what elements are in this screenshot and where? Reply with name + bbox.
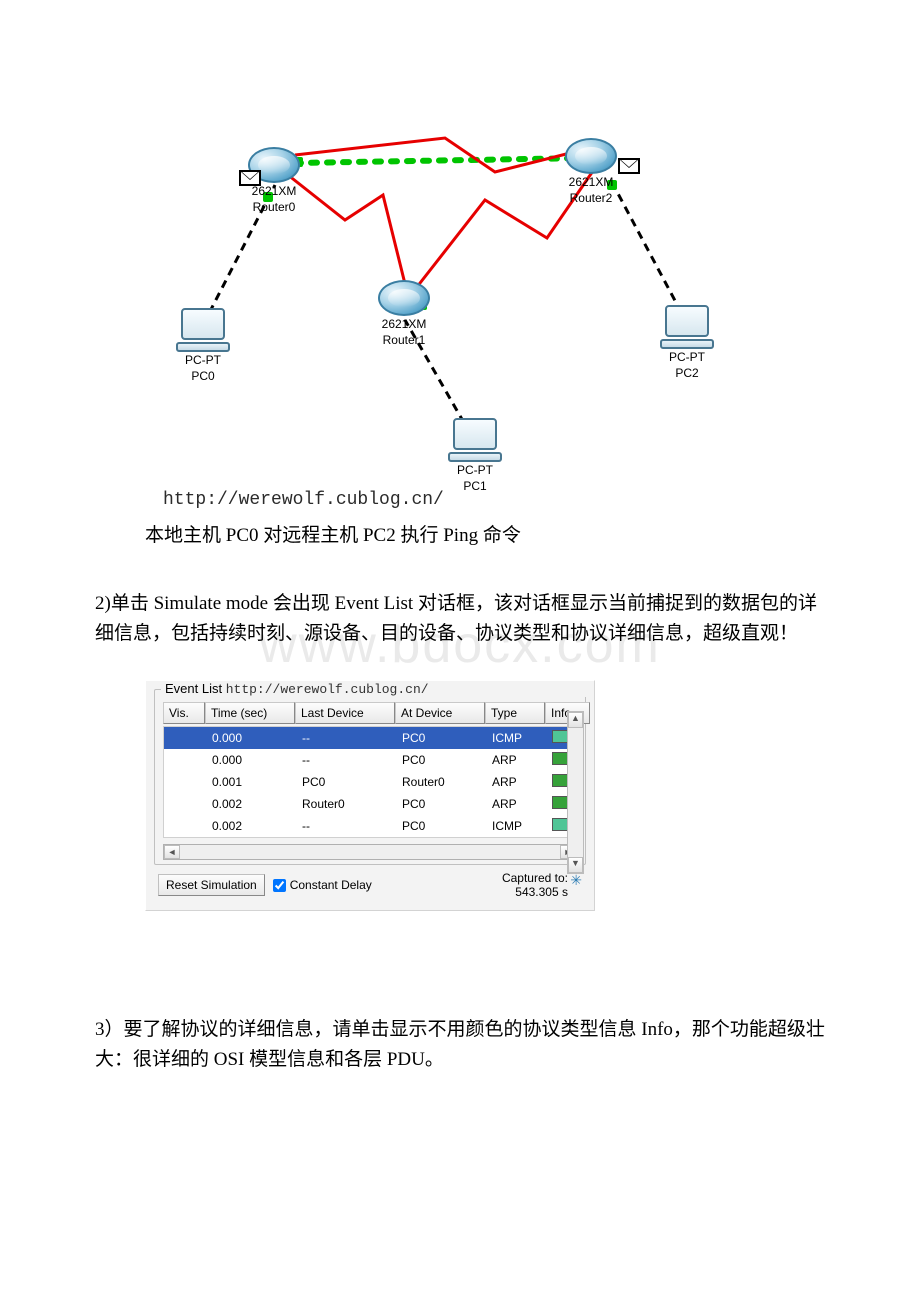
network-diagram: 2621XM Router0 2621XM Router1 2621XM Rou… <box>155 100 735 515</box>
event-row[interactable]: 0.002 Router0 PC0 ARP <box>164 793 576 815</box>
scroll-left-icon[interactable]: ◄ <box>164 845 180 859</box>
cell-at: PC0 <box>396 797 486 811</box>
device-type: PC-PT <box>657 351 717 365</box>
cell-time: 0.000 <box>206 753 296 767</box>
pc-icon <box>181 308 225 340</box>
device-type: PC-PT <box>173 354 233 368</box>
event-row[interactable]: 0.000 -- PC0 ICMP <box>164 727 576 749</box>
device-name: Router2 <box>565 192 617 206</box>
device-router2[interactable]: 2621XM Router2 <box>565 138 617 206</box>
panel-bottom: Reset Simulation Constant Delay Captured… <box>154 871 586 900</box>
router-icon <box>378 280 430 316</box>
diagram-url: http://werewolf.cublog.cn/ <box>163 490 444 510</box>
cell-last: Router0 <box>296 797 396 811</box>
cell-last: -- <box>296 819 396 833</box>
device-name: PC0 <box>173 370 233 384</box>
pdu-envelope-icon[interactable] <box>618 158 640 174</box>
cell-type: ARP <box>486 775 546 789</box>
header-vis[interactable]: Vis. <box>163 702 205 724</box>
device-name: PC2 <box>657 367 717 381</box>
cell-type: ARP <box>486 753 546 767</box>
device-model: 2621XM <box>565 176 617 190</box>
cell-last: PC0 <box>296 775 396 789</box>
header-time[interactable]: Time (sec) <box>205 702 295 724</box>
event-headers: Vis. Time (sec) Last Device At Device Ty… <box>163 702 577 724</box>
constant-delay-checkbox[interactable]: Constant Delay <box>273 878 372 892</box>
header-type[interactable]: Type <box>485 702 545 724</box>
cell-last: -- <box>296 753 396 767</box>
cell-time: 0.002 <box>206 819 296 833</box>
device-router1[interactable]: 2621XM Router1 <box>378 280 430 348</box>
reset-simulation-button[interactable]: Reset Simulation <box>158 874 265 896</box>
cell-last: -- <box>296 731 396 745</box>
event-body: 0.000 -- PC0 ICMP 0.000 -- PC0 ARP 0.001… <box>163 726 577 838</box>
cell-time: 0.000 <box>206 731 296 745</box>
device-pc0[interactable]: PC-PT PC0 <box>173 308 233 384</box>
paragraph-2: 2)单击 Simulate mode 会出现 Event List 对话框，该对… <box>95 589 825 650</box>
router-icon <box>565 138 617 174</box>
device-model: 2621XM <box>248 185 300 199</box>
event-list-panel: Event List http://werewolf.cublog.cn/ Vi… <box>145 680 595 911</box>
vertical-scrollbar[interactable]: ▲ ▼ <box>567 711 584 874</box>
event-row[interactable]: 0.001 PC0 Router0 ARP <box>164 771 576 793</box>
cell-type: ICMP <box>486 819 546 833</box>
cell-at: Router0 <box>396 775 486 789</box>
paragraph-3: 3）要了解协议的详细信息，请单击显示不用颜色的协议类型信息 Info，那个功能超… <box>95 1015 825 1076</box>
header-last[interactable]: Last Device <box>295 702 395 724</box>
header-at[interactable]: At Device <box>395 702 485 724</box>
cell-time: 0.002 <box>206 797 296 811</box>
event-row[interactable]: 0.000 -- PC0 ARP <box>164 749 576 771</box>
captured-to: Captured to: 543.305 s ✳ <box>502 871 582 900</box>
event-list-title: Event List <box>165 681 222 696</box>
pc-icon <box>453 418 497 450</box>
pc-icon-base <box>176 342 230 352</box>
event-list-legend: Event List http://werewolf.cublog.cn/ <box>161 681 591 697</box>
device-type: PC-PT <box>445 464 505 478</box>
captured-to-label: Captured to: <box>502 871 568 885</box>
pc-icon-base <box>660 339 714 349</box>
cell-at: PC0 <box>396 819 486 833</box>
cell-time: 0.001 <box>206 775 296 789</box>
scroll-up-icon[interactable]: ▲ <box>568 712 583 728</box>
cell-type: ARP <box>486 797 546 811</box>
cell-at: PC0 <box>396 753 486 767</box>
pc-icon-base <box>448 452 502 462</box>
device-pc1[interactable]: PC-PT PC1 <box>445 418 505 494</box>
device-name: Router1 <box>378 334 430 348</box>
horizontal-scrollbar[interactable]: ◄► <box>155 844 585 864</box>
event-list-url: http://werewolf.cublog.cn/ <box>226 682 429 697</box>
device-name: PC1 <box>445 480 505 494</box>
asterisk-icon: ✳ <box>570 872 582 889</box>
pc-icon <box>665 305 709 337</box>
device-pc2[interactable]: PC-PT PC2 <box>657 305 717 381</box>
constant-delay-label: Constant Delay <box>290 878 372 892</box>
constant-delay-input[interactable] <box>273 879 286 892</box>
cell-type: ICMP <box>486 731 546 745</box>
diagram-caption: 本地主机 PC0 对远程主机 PC2 执行 Ping 命令 <box>145 520 521 547</box>
device-model: 2621XM <box>378 318 430 332</box>
captured-to-value: 543.305 s <box>502 885 568 899</box>
device-name: Router0 <box>248 201 300 215</box>
cell-at: PC0 <box>396 731 486 745</box>
pdu-envelope-icon[interactable] <box>239 170 261 186</box>
event-row[interactable]: 0.002 -- PC0 ICMP <box>164 815 576 837</box>
